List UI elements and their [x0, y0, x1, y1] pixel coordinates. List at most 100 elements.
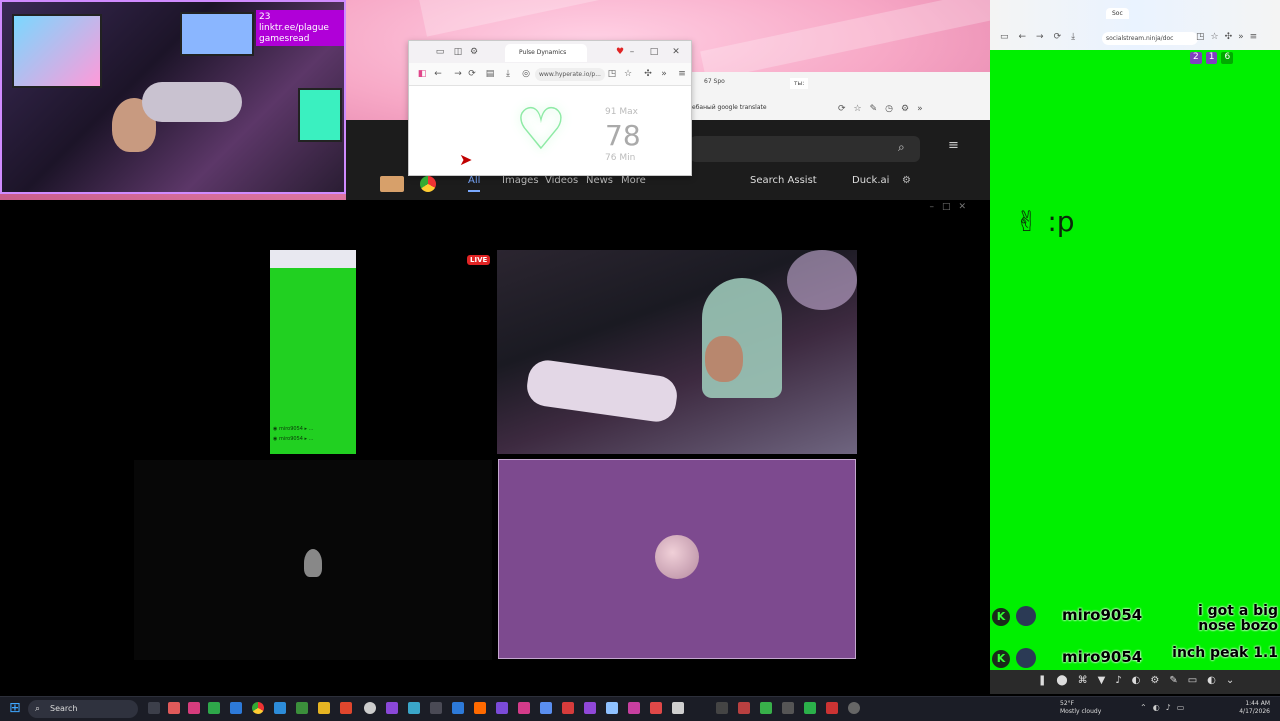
app-icon[interactable] [716, 702, 728, 714]
maximize-icon[interactable]: □ [649, 47, 659, 57]
sidebar-icon[interactable]: ◧ [417, 69, 427, 79]
app-icon[interactable] [168, 702, 180, 714]
tab-pulse-dynamics[interactable]: Pulse Dynamics [505, 44, 587, 62]
app-icon[interactable] [518, 702, 530, 714]
translate-icon[interactable]: ◳ [607, 69, 617, 79]
download-icon[interactable]: ⤓ [503, 69, 513, 79]
app-icon[interactable] [452, 702, 464, 714]
extensions-icon[interactable]: ◫ [453, 47, 463, 57]
app-icon[interactable] [782, 702, 794, 714]
tab-more[interactable]: More [621, 175, 646, 186]
app-icon[interactable] [430, 702, 442, 714]
tab-news[interactable]: News [586, 175, 613, 186]
app-icon[interactable] [340, 702, 352, 714]
app-icon[interactable] [562, 702, 574, 714]
site-info-icon[interactable]: ◎ [521, 69, 531, 79]
taskbar-search[interactable]: ⌕ Search [28, 700, 138, 718]
right-url-field[interactable]: socialstream.ninja/doc [1102, 32, 1198, 45]
app-icon[interactable] [628, 702, 640, 714]
app-icon[interactable] [672, 702, 684, 714]
search-icon: ⌕ [35, 704, 41, 714]
app-icon[interactable] [584, 702, 596, 714]
browser-tab-label[interactable]: ты: [790, 78, 809, 89]
task-view-icon[interactable] [148, 702, 160, 714]
settings-gear-icon[interactable]: ⚙ [902, 175, 911, 186]
app-icon[interactable] [540, 702, 552, 714]
chat-overlay-panel: Soc ▭←→⟳⤓ socialstream.ninja/doc ◳☆✣»≡ 2… [990, 0, 1280, 694]
mini-chat-line: ◉ miro9054 ▸ ... [273, 426, 314, 432]
system-clock[interactable]: 1:44 AM 4/17/2026 [1239, 700, 1270, 716]
chrome-icon[interactable] [420, 176, 436, 192]
file-explorer-icon[interactable] [318, 702, 330, 714]
app-icon[interactable] [386, 702, 398, 714]
app-icon[interactable] [804, 702, 816, 714]
obs-icon[interactable] [364, 702, 376, 714]
back-arrow-icon[interactable]: ← [433, 69, 443, 79]
search-input[interactable] [690, 136, 920, 162]
gear-icon[interactable]: ⚙ [469, 47, 479, 57]
chat-text: i got a big nose bozo [1197, 603, 1278, 634]
nav-icons[interactable]: ▭←→⟳⤓ [1000, 32, 1085, 42]
weather-temp: 52°F [1060, 700, 1075, 707]
translate-bookmark[interactable]: ебаный google translate [692, 104, 767, 111]
stream-url-tag: 23 linktr.ee/plague gamesread [256, 10, 344, 46]
duck-ai-link[interactable]: Duck.ai [852, 175, 889, 186]
system-tray-icons[interactable]: ⌃◐♪▭ [1140, 703, 1190, 712]
tab-images[interactable]: Images [502, 175, 539, 186]
menu-icon[interactable]: ≡ [677, 69, 687, 79]
search-assist-link[interactable]: Search Assist [750, 175, 817, 186]
bpm-max-label: 91 Max [605, 107, 638, 117]
avatar [1016, 648, 1036, 668]
browser-tab-label[interactable]: 67 Spo [704, 78, 725, 85]
platform-badges: 2 1 6 [1190, 52, 1234, 64]
windows-start-icon[interactable]: ⊞ [9, 701, 23, 715]
more-arrows-icon[interactable]: » [659, 69, 669, 79]
participant-tile-chat[interactable]: ◉ miro9054 ▸ ... ◉ miro9054 ▸ ... [270, 250, 356, 454]
tab-videos[interactable]: Videos [545, 175, 578, 186]
edge-icon[interactable] [274, 702, 286, 714]
extension-puzzle-icon[interactable]: ✣ [643, 69, 653, 79]
mouse-cursor-icon: ➤ [459, 150, 473, 169]
app-icon[interactable] [188, 702, 200, 714]
app-icon[interactable] [738, 702, 750, 714]
star-icon[interactable]: ☆ [623, 69, 633, 79]
xbox-icon[interactable] [208, 702, 220, 714]
tab-all[interactable]: All [468, 175, 481, 192]
webcam-overlay: 23 linktr.ee/plague gamesread [0, 0, 346, 194]
popup-url-field[interactable]: www.hyperate.io/p... [535, 68, 605, 81]
app-icon[interactable] [606, 702, 618, 714]
badge-count: 1 [1205, 52, 1218, 64]
toolbar-icons[interactable]: ◳☆✣»≡ [1196, 32, 1263, 42]
app-icon[interactable] [848, 702, 860, 714]
app-icon[interactable] [474, 702, 486, 714]
avatar [655, 535, 699, 579]
right-browser-window: Soc ▭←→⟳⤓ socialstream.ninja/doc ◳☆✣»≡ [990, 0, 1280, 50]
app-thumbnail-icon[interactable] [380, 176, 404, 192]
save-icon[interactable]: ▤ [485, 69, 495, 79]
participant-tile-webcam[interactable] [497, 250, 857, 454]
background-browser-window: 67 Spo ты: ебаный google translate ⟳☆✎◷⚙… [690, 72, 990, 122]
chrome-icon[interactable] [252, 702, 264, 714]
chat-message: K miro9054 i got a big nose bozo [990, 602, 1280, 642]
app-icon[interactable] [650, 702, 662, 714]
reload-icon[interactable]: ⟳ [467, 69, 477, 79]
badge-count: 6 [1221, 52, 1234, 64]
app-icon[interactable] [296, 702, 308, 714]
app-icon[interactable] [408, 702, 420, 714]
app-icon[interactable] [826, 702, 838, 714]
close-icon[interactable]: ✕ [671, 47, 681, 57]
chat-username: miro9054 [1062, 648, 1143, 666]
tray-icons[interactable]: ❚⬤⌘▼♪◐⚙✎▭◐⌄ [1038, 675, 1244, 686]
browser-tab-label[interactable]: Soc [1106, 8, 1129, 19]
menu-icon[interactable]: ≡ [948, 138, 959, 153]
weather-widget[interactable]: 52°F Mostly cloudy [1060, 700, 1101, 716]
app-icon[interactable] [496, 702, 508, 714]
window-controls[interactable]: –□✕ [929, 202, 974, 212]
window-icon[interactable]: ▭ [435, 47, 445, 57]
forward-arrow-icon[interactable]: → [453, 69, 463, 79]
search-icon[interactable]: ⌕ [898, 140, 905, 155]
app-icon[interactable] [760, 702, 772, 714]
avatar [1016, 606, 1036, 626]
minimize-icon[interactable]: – [627, 47, 637, 57]
app-icon[interactable] [230, 702, 242, 714]
